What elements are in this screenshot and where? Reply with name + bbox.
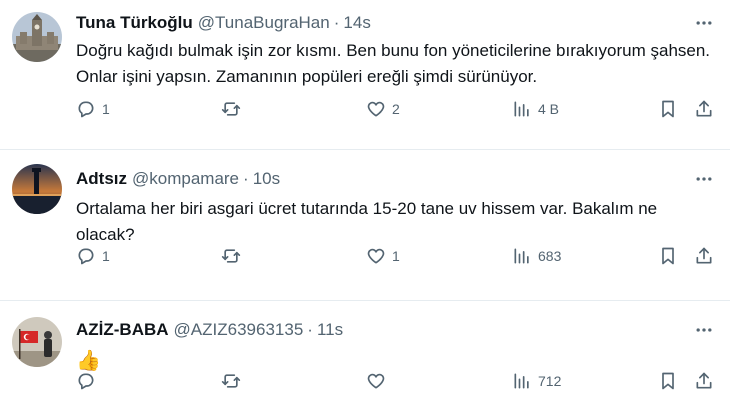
retweet-icon [221, 249, 241, 263]
tweet-actions: 712 [76, 368, 718, 394]
share-icon [696, 247, 712, 264]
reply-icon [78, 101, 94, 118]
tweet[interactable]: Adtsız @kompamare · 10s Ortalama her bir… [0, 150, 730, 301]
tweet-actions: 1 1 683 [76, 243, 718, 269]
heart-icon [367, 101, 385, 117]
views-button[interactable]: 4 B [512, 96, 559, 122]
more-options-icon[interactable] [690, 319, 718, 341]
view-count: 683 [538, 248, 562, 264]
separator-dot: · [307, 320, 313, 339]
avatar[interactable] [12, 164, 62, 214]
views-button[interactable]: 683 [512, 243, 561, 269]
tweet-text: Ortalama her biri asgari ücret tutarında… [76, 199, 658, 244]
timestamp[interactable]: 14s [343, 12, 370, 34]
bookmark-icon [662, 100, 674, 118]
user-handle[interactable]: @AZIZ63963135 [174, 319, 304, 341]
like-button[interactable]: 1 [366, 243, 400, 269]
heart-icon [367, 373, 385, 389]
timestamp[interactable]: 10s [253, 168, 280, 190]
share-button[interactable] [694, 96, 714, 122]
tweet[interactable]: AZİZ-BABA @AZIZ63963135 · 11s 👍 712 [0, 301, 730, 420]
reply-button[interactable] [76, 368, 102, 394]
view-count: 712 [538, 373, 562, 389]
retweet-icon [221, 102, 241, 116]
bookmark-button[interactable] [658, 368, 678, 394]
bookmark-button[interactable] [658, 243, 678, 269]
retweet-button[interactable] [221, 368, 247, 394]
like-button[interactable] [366, 368, 392, 394]
share-icon [696, 372, 712, 389]
share-button[interactable] [694, 243, 714, 269]
views-button[interactable]: 712 [512, 368, 561, 394]
user-handle[interactable]: @TunaBugraHan [198, 12, 330, 34]
share-button[interactable] [694, 368, 714, 394]
separator-dot: · [333, 13, 340, 32]
display-name[interactable]: Adtsız [76, 168, 127, 190]
bookmark-icon [662, 247, 674, 265]
display-name[interactable]: AZİZ-BABA [76, 319, 169, 341]
like-count: 1 [392, 248, 400, 264]
tweet-actions: 1 2 4 B [76, 96, 718, 122]
more-options-icon[interactable] [690, 12, 718, 34]
like-button[interactable]: 2 [366, 96, 400, 122]
user-handle[interactable]: @kompamare [132, 168, 239, 190]
tweet[interactable]: Tuna Türkoğlu @TunaBugraHan · 14s Doğru … [0, 0, 730, 150]
retweet-button[interactable] [221, 243, 247, 269]
reply-count: 1 [102, 248, 110, 264]
avatar[interactable] [12, 317, 62, 367]
bar-chart-icon [514, 248, 529, 264]
separator-dot: · [243, 169, 249, 188]
reply-count: 1 [102, 101, 110, 117]
bar-chart-icon [514, 373, 529, 389]
more-options-icon[interactable] [690, 168, 718, 190]
timestamp[interactable]: 11s [317, 319, 343, 341]
bar-chart-icon [514, 101, 529, 117]
reply-icon [78, 248, 94, 265]
avatar[interactable] [12, 12, 62, 62]
share-icon [696, 100, 712, 117]
reply-icon [78, 373, 94, 390]
tweet-feed: Tuna Türkoğlu @TunaBugraHan · 14s Doğru … [0, 0, 730, 420]
display-name[interactable]: Tuna Türkoğlu [76, 12, 193, 34]
bookmark-icon [662, 372, 674, 390]
view-count: 4 B [538, 101, 560, 117]
like-count: 2 [392, 101, 400, 117]
retweet-icon [221, 374, 241, 388]
bookmark-button[interactable] [658, 96, 678, 122]
reply-button[interactable]: 1 [76, 243, 110, 269]
heart-icon [367, 248, 385, 264]
retweet-button[interactable] [221, 96, 247, 122]
tweet-text: Doğru kağıdı bulmak işin zor kısmı. Ben … [76, 41, 711, 86]
reply-button[interactable]: 1 [76, 96, 110, 122]
